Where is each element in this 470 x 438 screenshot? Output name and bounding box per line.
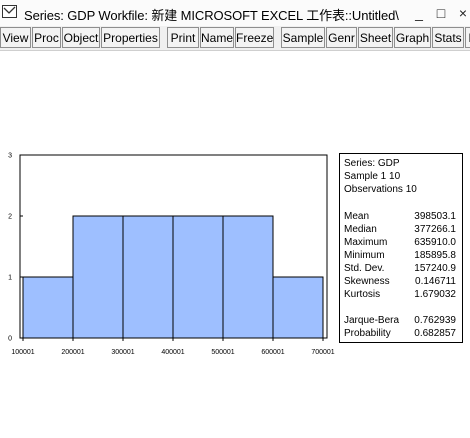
y-tick-label: 0 [8, 336, 12, 343]
name-button[interactable]: Name [200, 27, 234, 48]
stats-series-line: Series: GDP [344, 158, 400, 169]
view-button[interactable]: View [0, 27, 31, 48]
histogram-chart: 0 1 2 3 100001 200001 300001 400001 500001 60000… [8, 153, 335, 357]
x-tick-label: 500001 [211, 349, 234, 356]
stats-obs-line: Observations 10 [344, 184, 417, 195]
sheet-button[interactable]: Sheet [358, 27, 393, 48]
stat-label: Mean [344, 211, 370, 222]
stat-value: 157240.9 [414, 263, 456, 274]
x-tick-label: 600001 [261, 349, 284, 356]
stats-button[interactable]: Stats [432, 27, 464, 48]
sample-button[interactable]: Sample [281, 27, 325, 48]
stat-label: Maximum [344, 237, 388, 248]
test-value: 0.762939 [414, 315, 456, 326]
maximize-button[interactable]: □ [430, 3, 452, 23]
test-label: Probability [344, 328, 391, 339]
stats-sample-line: Sample 1 10 [344, 171, 401, 182]
histogram-bar [172, 215, 224, 339]
minimize-button[interactable]: _ [408, 3, 430, 23]
x-tick-label: 200001 [61, 349, 84, 356]
test-value: 0.682857 [414, 328, 456, 339]
histogram-bar [72, 215, 124, 339]
toolbar: View Proc Object Properties Print Name F… [0, 26, 470, 51]
properties-button[interactable]: Properties [101, 27, 160, 48]
print-button[interactable]: Print [167, 27, 199, 48]
x-tick-label: 100001 [11, 349, 34, 356]
y-tick-label: 3 [8, 153, 12, 160]
window-title: Series: GDP Workfile: 新建 MICROSOFT EXCEL… [24, 8, 399, 23]
descriptive-stats-panel: Series: GDP Sample 1 10 Observations 10 … [339, 153, 463, 343]
stat-value: 0.146711 [415, 276, 456, 287]
histogram-bar [222, 215, 274, 339]
histogram-bar [22, 276, 74, 339]
stat-label: Median [344, 224, 377, 235]
stat-value: 635910.0 [414, 237, 456, 248]
genr-button[interactable]: Genr [326, 27, 357, 48]
stat-label: Kurtosis [344, 289, 381, 300]
stat-label: Std. Dev. [344, 263, 385, 274]
y-tick-label: 1 [8, 275, 12, 282]
histogram-bar [272, 276, 324, 339]
test-label: Jarque-Bera [344, 315, 400, 326]
x-tick-label: 400001 [161, 349, 184, 356]
graph-button[interactable]: Graph [394, 27, 431, 48]
object-button[interactable]: Object [62, 27, 100, 48]
freeze-button[interactable]: Freeze [235, 27, 274, 48]
ident-button[interactable]: I [465, 27, 470, 48]
proc-button[interactable]: Proc [32, 27, 61, 48]
y-tick-label: 2 [8, 214, 12, 221]
stat-label: Minimum [344, 250, 385, 261]
stat-value: 377266.1 [414, 224, 456, 235]
histogram-bar [122, 215, 174, 339]
close-button[interactable]: × [452, 3, 470, 23]
x-tick-label: 700001 [311, 349, 334, 356]
stat-label: Skewness [344, 276, 390, 287]
window-titlebar: Series: GDP Workfile: 新建 MICROSOFT EXCEL… [0, 0, 470, 27]
stat-value: 1.679032 [414, 289, 456, 300]
stat-value: 398503.1 [414, 211, 456, 222]
x-tick-label: 300001 [111, 349, 134, 356]
series-window-icon [2, 5, 17, 18]
stat-value: 185895.8 [414, 250, 456, 261]
